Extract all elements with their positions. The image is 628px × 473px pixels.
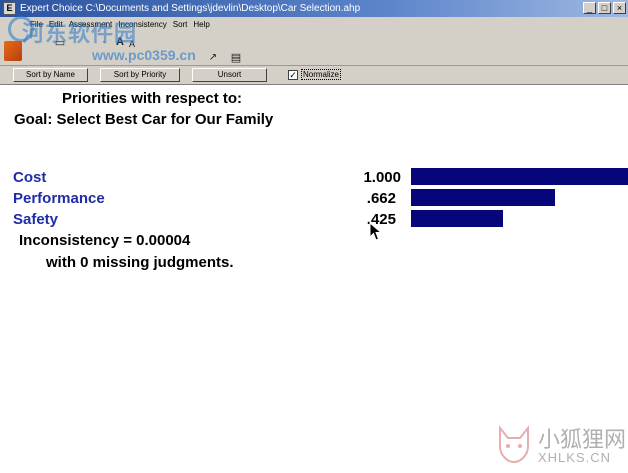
- missing-judgments-text: with 0 missing judgments.: [46, 254, 234, 271]
- maximize-button[interactable]: □: [598, 2, 611, 14]
- normalize-option: ✓ Normalize: [288, 69, 342, 80]
- criterion-name-cost: Cost: [13, 169, 47, 186]
- report-header: Priorities with respect to:: [62, 90, 243, 107]
- criterion-value-performance: .662: [366, 190, 396, 207]
- unsort-button[interactable]: Unsort: [192, 68, 267, 82]
- app-icon[interactable]: E: [3, 2, 16, 15]
- normalize-checkbox[interactable]: ✓: [288, 69, 298, 80]
- criterion-value-safety: .425: [366, 211, 396, 228]
- minimize-button[interactable]: _: [583, 2, 596, 14]
- fox-logo-icon: [499, 425, 529, 464]
- normalize-label[interactable]: Normalize: [301, 69, 342, 80]
- priority-bar-safety: [411, 210, 503, 227]
- title-bar: E Expert Choice C:\Documents and Setting…: [0, 0, 628, 17]
- sort-by-priority-button[interactable]: Sort by Priority: [100, 68, 180, 82]
- close-button[interactable]: ×: [613, 2, 626, 14]
- sort-bar: Sort by Name Sort by Priority Unsort ✓ N…: [0, 66, 628, 85]
- criterion-name-performance: Performance: [13, 190, 105, 207]
- inconsistency-text: Inconsistency = 0.00004: [19, 232, 191, 249]
- criterion-value-cost: 1.000: [363, 169, 401, 186]
- watermark-bottom: 小狐狸网 XHLKS.CN: [490, 420, 626, 470]
- window-controls: _ □ ×: [583, 2, 626, 14]
- menu-help[interactable]: Help: [193, 17, 209, 33]
- priority-bar-performance: [411, 189, 555, 206]
- report-goal: Goal: Select Best Car for Our Family: [14, 111, 274, 128]
- watermark-cn: 河东软件园: [22, 21, 138, 46]
- arrow-icon[interactable]: ↗: [205, 50, 221, 66]
- window-title: Expert Choice C:\Documents and Settings\…: [20, 3, 361, 14]
- priority-bar-cost: [411, 168, 628, 185]
- menu-sort[interactable]: Sort: [173, 17, 188, 33]
- sort-by-name-button[interactable]: Sort by Name: [13, 68, 88, 82]
- cube-icon[interactable]: [4, 41, 22, 61]
- mouse-cursor-icon: [369, 222, 383, 241]
- watermark-bottom-en: XHLKS.CN: [538, 450, 612, 465]
- grid-icon[interactable]: ▤: [228, 50, 244, 66]
- criterion-name-safety: Safety: [13, 211, 59, 228]
- priorities-report: Priorities with respect to: Goal: Select…: [0, 86, 628, 473]
- watermark-site: www.pc0359.cn: [92, 47, 196, 63]
